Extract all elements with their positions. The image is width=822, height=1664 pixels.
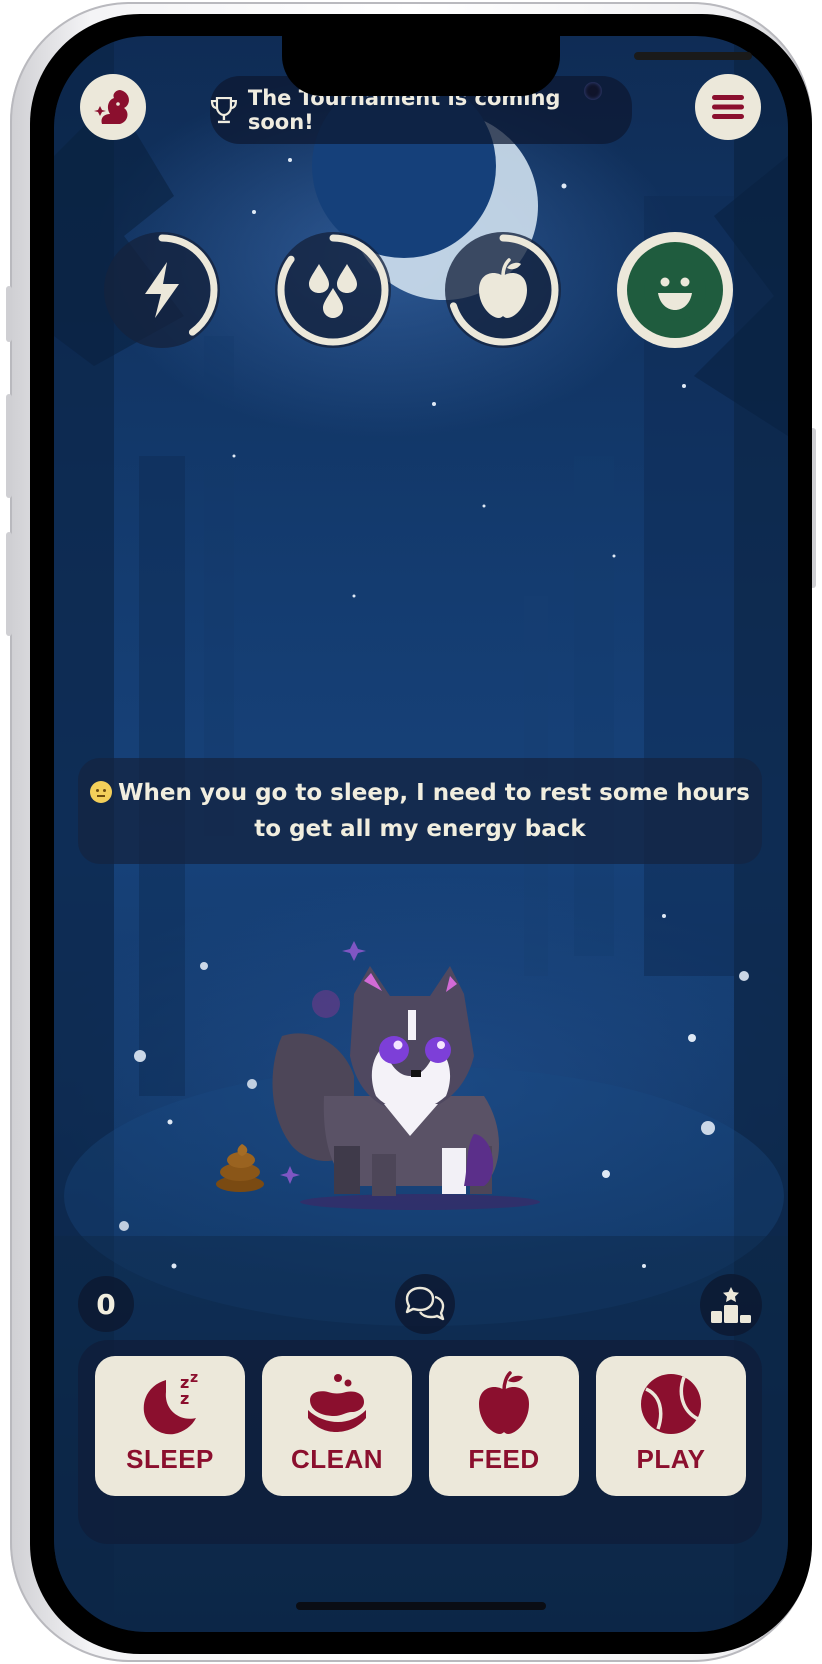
sleep-button[interactable]: z z z SLEEP <box>95 1356 245 1496</box>
feed-button[interactable]: FEED <box>429 1356 579 1496</box>
play-label: PLAY <box>636 1444 706 1474</box>
poop-icon[interactable] <box>216 1144 264 1192</box>
clean-button[interactable]: CLEAN <box>262 1356 412 1496</box>
coin-counter: 0 <box>78 1276 134 1332</box>
soap-icon <box>308 1374 366 1432</box>
phone-frame: The Tournament is coming soon! When you … <box>6 2 816 1662</box>
chat-button[interactable] <box>395 1274 455 1334</box>
ball-icon <box>641 1374 701 1434</box>
svg-text:z: z <box>190 1370 198 1386</box>
action-panel: z z z SLEEP CLEAN FEED PLAY <box>78 1340 762 1544</box>
moon-zzz-icon: z z z <box>143 1370 198 1435</box>
svg-text:z: z <box>180 1389 189 1408</box>
earpiece-speaker <box>634 52 752 60</box>
volume-up-button <box>6 394 12 498</box>
podium-icon <box>711 1287 751 1323</box>
coin-count: 0 <box>96 1287 116 1321</box>
pet-wolf[interactable] <box>272 941 540 1210</box>
phone-notch <box>282 36 752 100</box>
volume-down-button <box>6 532 12 636</box>
chat-bubbles-icon <box>405 1286 445 1321</box>
home-indicator[interactable] <box>296 1602 546 1610</box>
front-camera <box>584 82 602 100</box>
silent-switch <box>6 286 12 342</box>
apple-icon <box>479 1371 529 1434</box>
game-screen: The Tournament is coming soon! When you … <box>54 36 788 1632</box>
play-button[interactable]: PLAY <box>596 1356 746 1496</box>
leaderboard-button[interactable] <box>700 1274 762 1336</box>
feed-label: FEED <box>468 1444 540 1474</box>
sleep-label: SLEEP <box>126 1444 214 1474</box>
clean-label: CLEAN <box>290 1444 384 1474</box>
